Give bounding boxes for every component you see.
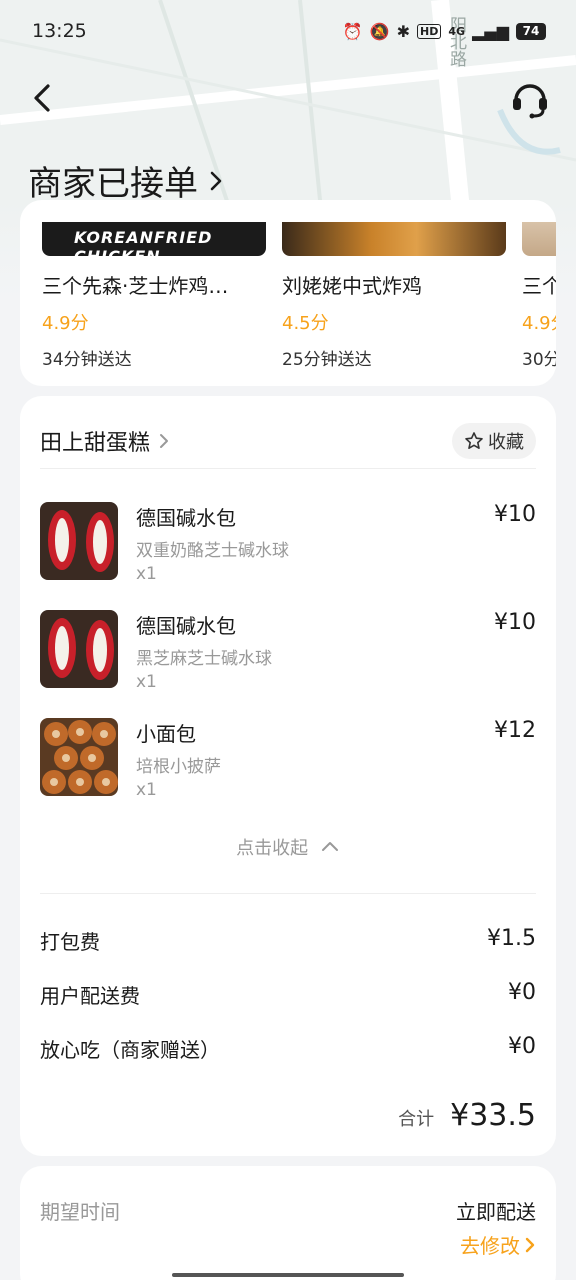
recommendation-name: 三个先森·芝士炸鸡… [42,274,229,298]
recommendation-rating: 4.9分 [42,313,89,334]
shop-image: KOREANFRIED CHICKEN [42,222,266,256]
total-label: 合计 [398,1109,435,1130]
divider [40,893,536,894]
item-image [40,610,118,688]
recommendation-rating: 4.5分 [282,313,329,334]
recommendation-name: 三个 [522,274,556,298]
order-detail-card: 田上甜蛋糕 收藏 德国碱水包 双重奶酪芝士碱水球 x1 ¥10 德国碱水包 黑芝… [20,396,556,1156]
chevron-up-icon [321,842,338,851]
alarm-icon: ⏰ [342,21,363,41]
recommendation-eta: 30分 [522,350,556,370]
item-name: 德国碱水包 [136,614,236,638]
status-time: 13:25 [32,20,87,42]
recommendation-eta: 34分钟送达 [42,350,132,370]
bluetooth-icon: ✱ [396,21,411,41]
order-status-title[interactable]: 商家已接单 [28,156,224,205]
fee-label: 用户配送费 [40,984,140,1008]
item-qty: x1 [136,672,157,692]
delivery-time-label: 期望时间 [40,1200,120,1224]
order-item: 德国碱水包 黑芝麻芝士碱水球 x1 ¥10 [40,610,536,694]
collapse-button[interactable]: 点击收起 [40,834,536,860]
home-indicator[interactable] [172,1273,404,1277]
shop-image-text: KOREANFRIED CHICKEN [74,228,213,256]
item-name: 小面包 [136,722,196,746]
top-nav [0,70,576,126]
fee-label: 打包费 [40,930,100,954]
chevron-right-icon [160,434,169,448]
order-status-label: 商家已接单 [28,164,198,204]
favorite-label: 收藏 [488,432,524,453]
recommendation-item[interactable]: KOREANFRIED CHICKEN 三个先森·芝士炸鸡… 4.9分 34分钟… [42,222,266,370]
item-price: ¥10 [494,610,536,635]
recommendation-scroller[interactable]: KOREANFRIED CHICKEN 三个先森·芝士炸鸡… 4.9分 34分钟… [42,222,556,370]
recommendation-name: 刘姥姥中式炸鸡 [282,274,422,298]
total-value: ¥33.5 [450,1098,536,1133]
hd-icon: HD [417,23,442,39]
fee-value: ¥1.5 [487,926,536,951]
network-label: 4G [448,24,466,38]
item-spec: 双重奶酪芝士碱水球 [136,541,289,561]
total-row: 合计 ¥33.5 [398,1098,536,1133]
delivery-time-value: 立即配送 [456,1200,536,1224]
battery-icon: 74 [516,22,546,40]
shop-image [522,222,556,256]
item-price: ¥10 [494,502,536,527]
recommendation-card: KOREANFRIED CHICKEN 三个先森·芝士炸鸡… 4.9分 34分钟… [20,200,556,386]
divider [40,468,536,469]
fee-value: ¥0 [508,1034,536,1059]
status-icons: ⏰ 🔕 ✱ HD 4G ▂▄▆ 74 [343,22,546,41]
item-image [40,718,118,796]
recommendation-eta: 25分钟送达 [282,350,372,370]
chevron-right-icon [525,1237,535,1252]
edit-time-label: 去修改 [460,1234,520,1258]
recommendation-rating: 4.9分 [522,313,556,334]
order-item: 小面包 培根小披萨 x1 ¥12 [40,718,536,802]
fee-label: 放心吃（商家赠送） [40,1038,220,1062]
order-item: 德国碱水包 双重奶酪芝士碱水球 x1 ¥10 [40,502,536,586]
headset-icon [513,84,547,119]
shop-name: 田上甜蛋糕 [40,431,151,456]
item-image [40,502,118,580]
favorite-button[interactable]: 收藏 [452,423,536,459]
item-qty: x1 [136,780,157,800]
chevron-right-icon [210,171,222,190]
customer-service-button[interactable] [510,76,550,120]
fee-row-insurance: 放心吃（商家赠送） ¥0 [40,1034,536,1063]
item-spec: 黑芝麻芝士碱水球 [136,649,272,669]
mute-icon: 🔕 [369,21,390,41]
shop-link[interactable]: 田上甜蛋糕 [40,425,170,457]
item-spec: 培根小披萨 [136,757,221,777]
back-button[interactable] [26,78,62,118]
delivery-time-card: 期望时间 立即配送 去修改 [20,1166,556,1280]
item-price: ¥12 [494,718,536,743]
fee-value: ¥0 [508,980,536,1005]
item-qty: x1 [136,564,157,584]
fee-row-delivery: 用户配送费 ¥0 [40,980,536,1009]
status-bar: 13:25 ⏰ 🔕 ✱ HD 4G ▂▄▆ 74 [0,0,576,62]
star-icon [465,432,483,449]
recommendation-item[interactable]: 刘姥姥中式炸鸡 4.5分 25分钟送达 [282,222,506,370]
recommendation-item[interactable]: 三个 4.9分 30分 [522,222,556,370]
signal-icon: ▂▄▆ [472,21,509,41]
item-name: 德国碱水包 [136,506,236,530]
collapse-label: 点击收起 [236,838,309,859]
edit-time-button[interactable]: 去修改 [460,1230,536,1259]
chevron-left-icon [34,84,50,112]
fee-row-packaging: 打包费 ¥1.5 [40,926,536,955]
shop-header: 田上甜蛋糕 收藏 [40,414,536,468]
shop-image [282,222,506,256]
